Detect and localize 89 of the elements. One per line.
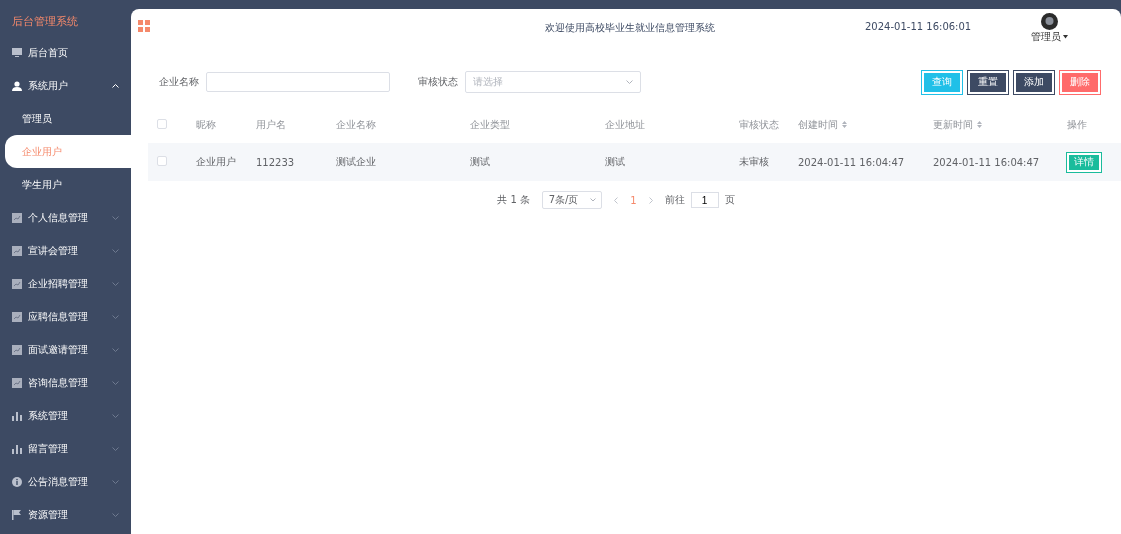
chevron-down-icon bbox=[112, 281, 119, 286]
menu-label: 个人信息管理 bbox=[28, 210, 89, 225]
sidebar-item[interactable]: 个人信息管理 bbox=[0, 201, 131, 234]
table-cell: 测试 bbox=[605, 156, 625, 167]
sidebar-item[interactable]: 资源管理 bbox=[0, 498, 131, 531]
column-header: 审核状态 bbox=[739, 119, 779, 130]
checkbox[interactable] bbox=[157, 119, 167, 129]
column-header: 企业地址 bbox=[605, 119, 645, 130]
menu-label: 宣讲会管理 bbox=[28, 243, 79, 258]
menu-label: 资源管理 bbox=[28, 507, 69, 522]
user-icon bbox=[12, 80, 22, 91]
info-icon bbox=[12, 476, 22, 487]
column-header: 企业名称 bbox=[336, 119, 376, 130]
page-input[interactable]: 1 bbox=[690, 192, 719, 208]
menu-label: 应聘信息管理 bbox=[28, 309, 89, 324]
sidebar-item[interactable]: 宣讲会管理 bbox=[0, 234, 131, 267]
sidebar-item[interactable]: 留言管理 bbox=[0, 432, 131, 465]
action-button[interactable]: 添加 bbox=[1014, 70, 1054, 94]
monitor-icon bbox=[12, 48, 22, 57]
column-header: 操作 bbox=[1067, 119, 1087, 130]
page-size-select[interactable]: 7条/页 bbox=[542, 191, 603, 209]
chevron-down-icon bbox=[112, 512, 119, 517]
total-count: 共 1 条 bbox=[497, 193, 531, 207]
table-cell: 测试 bbox=[470, 156, 490, 167]
menu-label: 咨询信息管理 bbox=[28, 375, 89, 390]
chevron-down-icon bbox=[112, 215, 119, 220]
sidebar-item[interactable]: 公告消息管理 bbox=[0, 465, 131, 498]
menu-label: 留言管理 bbox=[28, 441, 69, 456]
input-field[interactable] bbox=[206, 72, 390, 92]
sidebar-item[interactable]: 应聘信息管理 bbox=[0, 300, 131, 333]
chevron-down-icon bbox=[112, 380, 119, 385]
chevron-down-icon bbox=[112, 413, 119, 418]
column-header: 昵称 bbox=[196, 119, 216, 130]
flag-icon bbox=[12, 509, 21, 520]
page-suffix: 页 bbox=[724, 193, 735, 207]
sidebar-item[interactable]: 面试邀请管理 bbox=[0, 333, 131, 366]
chevron-down-icon bbox=[112, 248, 119, 253]
sidebar-item[interactable]: 系统管理 bbox=[0, 399, 131, 432]
action-button[interactable]: 重置 bbox=[968, 70, 1008, 94]
table-cell: 测试企业 bbox=[336, 156, 376, 167]
sidebar-item[interactable]: 咨询信息管理 bbox=[0, 366, 131, 399]
line-chart-icon bbox=[12, 212, 22, 223]
caret-icon bbox=[1063, 35, 1068, 39]
line-chart-icon bbox=[12, 344, 22, 355]
sidebar-item[interactable]: 企业招聘管理 bbox=[0, 267, 131, 300]
user-menu[interactable]: 管理员 bbox=[1031, 30, 1068, 44]
table-cell: 企业用户 bbox=[196, 156, 236, 167]
avatar[interactable] bbox=[1041, 13, 1058, 30]
sort-icon bbox=[977, 121, 982, 128]
chevron-down-icon bbox=[626, 80, 633, 84]
line-chart-icon bbox=[12, 278, 22, 289]
table-cell: 未审核 bbox=[739, 156, 769, 167]
chevron-down-icon bbox=[112, 479, 119, 484]
checkbox[interactable] bbox=[157, 156, 167, 166]
sort-icon bbox=[842, 121, 847, 128]
column-header: 企业类型 bbox=[470, 119, 510, 130]
line-chart-icon bbox=[12, 377, 22, 388]
page-title: 欢迎使用高校毕业生就业信息管理系统 bbox=[545, 21, 715, 35]
line-chart-icon bbox=[12, 245, 22, 256]
next-page-icon[interactable] bbox=[648, 196, 653, 204]
column-header: 用户名 bbox=[256, 119, 286, 130]
date-time: 2024-01-11 16:06:01 bbox=[865, 21, 972, 32]
menu-label: 企业招聘管理 bbox=[28, 276, 89, 291]
sidebar-item[interactable]: 系统用户 bbox=[0, 69, 131, 102]
filter-label: 企业名称 bbox=[159, 75, 199, 89]
sidebar-item[interactable]: 后台首页 bbox=[0, 36, 131, 69]
menu-label: 后台首页 bbox=[28, 45, 69, 60]
chevron-down-icon bbox=[112, 446, 119, 451]
grid-icon[interactable] bbox=[138, 20, 150, 32]
menu-label: 系统管理 bbox=[28, 408, 69, 423]
bar-chart-icon bbox=[12, 443, 22, 454]
previous-page-icon[interactable] bbox=[614, 196, 619, 204]
submenu-item[interactable]: 学生用户 bbox=[0, 168, 131, 201]
chevron-up-icon bbox=[112, 83, 119, 88]
line-chart-icon bbox=[12, 311, 22, 322]
bar-chart-icon bbox=[12, 410, 22, 421]
chevron-down-icon bbox=[112, 347, 119, 352]
app-title: 后台管理系统 bbox=[11, 14, 79, 30]
table-cell: 2024-01-11 16:04:47 bbox=[798, 156, 905, 168]
table-cell: 112233 bbox=[256, 156, 295, 168]
submenu-item[interactable]: 管理员 bbox=[0, 102, 131, 135]
goto-label: 前往 bbox=[664, 193, 685, 207]
table-cell: 2024-01-11 16:04:47 bbox=[933, 156, 1040, 168]
chevron-down-icon bbox=[589, 198, 596, 202]
menu-label: 面试邀请管理 bbox=[28, 342, 89, 357]
filter-label: 审核状态 bbox=[418, 75, 458, 89]
chevron-down-icon bbox=[112, 314, 119, 319]
menu-label: 公告消息管理 bbox=[28, 474, 89, 489]
menu-label: 系统用户 bbox=[28, 78, 69, 93]
